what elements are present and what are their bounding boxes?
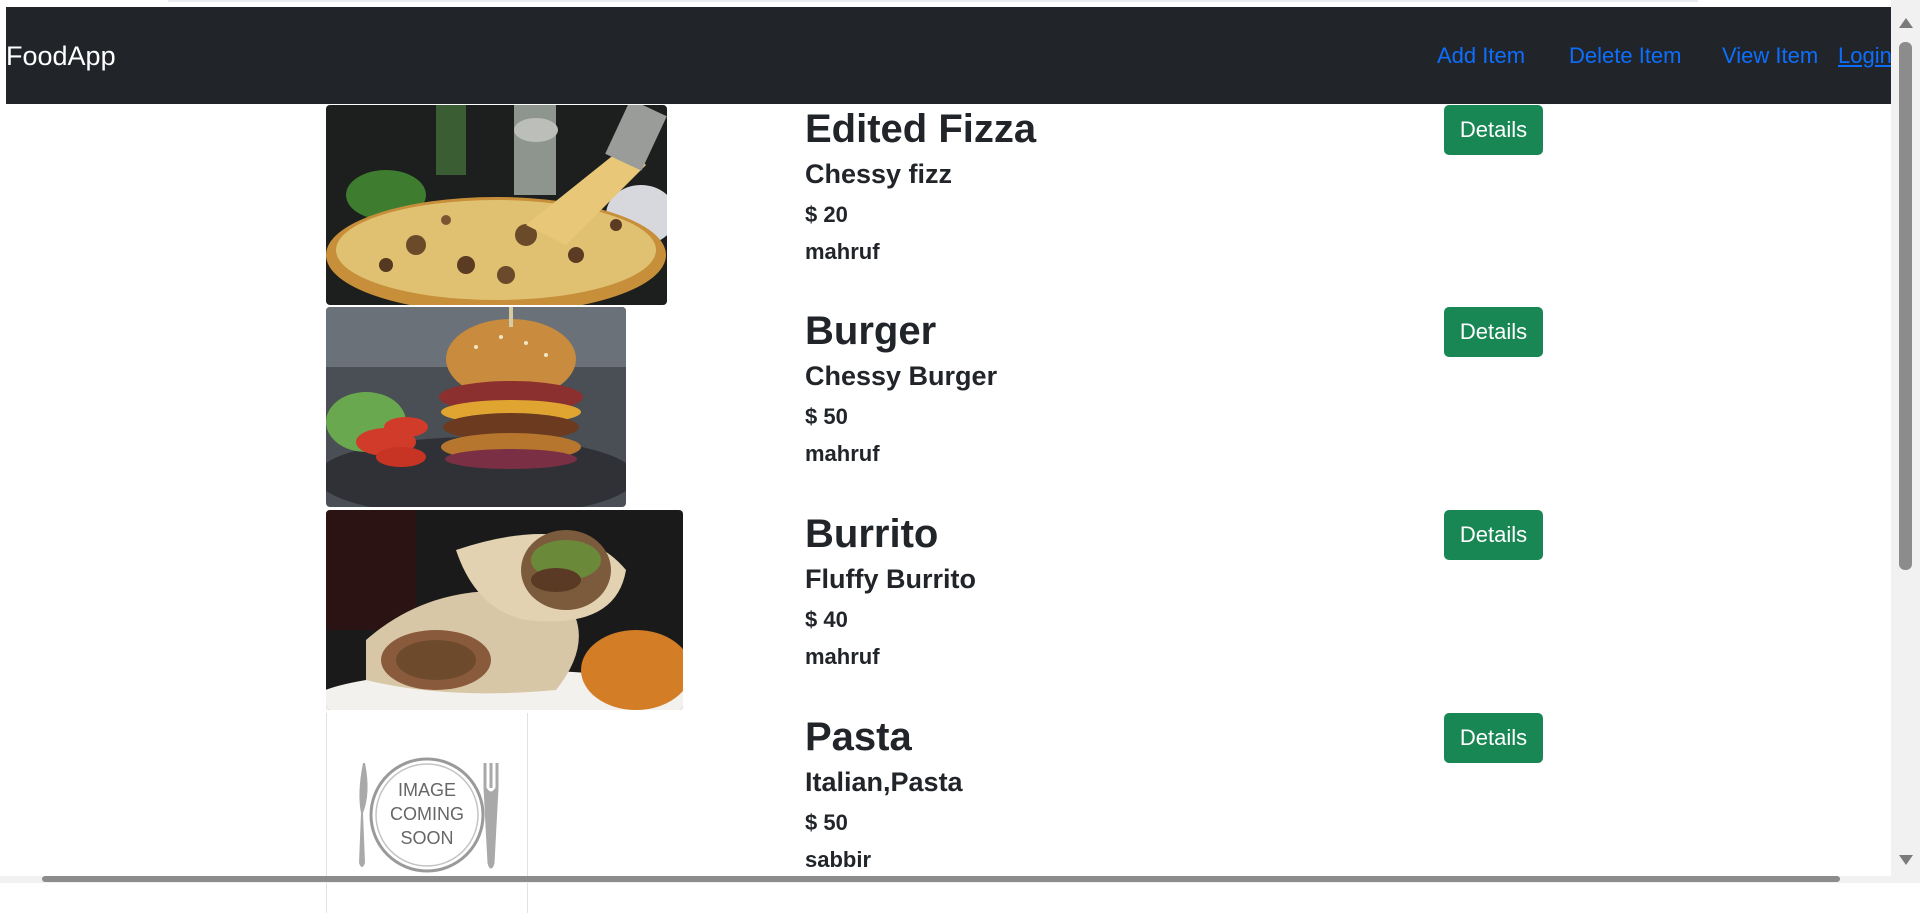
burger-image xyxy=(326,307,626,507)
item-title: Burrito xyxy=(805,512,939,556)
scroll-down-icon[interactable] xyxy=(1899,855,1913,865)
food-card: Edited Fizza Chessy fizz $ 20 mahruf Det… xyxy=(326,105,1606,305)
item-title: Edited Fizza xyxy=(805,107,1037,151)
item-subtitle: Chessy Burger xyxy=(805,361,998,391)
placeholder-line-2: COMING xyxy=(390,804,464,824)
top-edge xyxy=(0,0,1920,7)
item-subtitle: Fluffy Burrito xyxy=(805,564,976,594)
details-button[interactable]: Details xyxy=(1444,105,1543,155)
nav-view-item[interactable]: View Item xyxy=(1722,43,1818,69)
placeholder-line-1: IMAGE xyxy=(398,780,456,800)
nav-add-item[interactable]: Add Item xyxy=(1437,43,1525,69)
details-button[interactable]: Details xyxy=(1444,510,1543,560)
food-card: Burger Chessy Burger $ 50 mahruf Details xyxy=(326,307,1606,507)
nav-login[interactable]: Login xyxy=(1838,43,1892,69)
scroll-up-icon[interactable] xyxy=(1899,18,1913,28)
nav-delete-item[interactable]: Delete Item xyxy=(1569,43,1682,69)
item-price: $ 20 xyxy=(805,202,848,227)
details-button[interactable]: Details xyxy=(1444,307,1543,357)
brand-logo[interactable]: FoodApp xyxy=(6,41,116,72)
details-button[interactable]: Details xyxy=(1444,713,1543,763)
burrito-image xyxy=(326,510,683,710)
vertical-scrollbar[interactable] xyxy=(1891,0,1920,883)
food-card: IMAGE COMING SOON Pasta Italian,Pasta $ … xyxy=(326,713,1606,913)
item-owner: mahruf xyxy=(805,644,880,669)
item-owner: mahruf xyxy=(805,441,880,466)
item-title: Burger xyxy=(805,309,937,353)
vertical-scroll-thumb[interactable] xyxy=(1899,42,1912,570)
food-card: Burrito Fluffy Burrito $ 40 mahruf Detai… xyxy=(326,510,1606,710)
item-price: $ 40 xyxy=(805,607,848,632)
horizontal-scrollbar[interactable] xyxy=(0,876,1891,883)
navbar: FoodApp Add Item Delete Item View Item L… xyxy=(6,7,1892,104)
item-subtitle: Chessy fizz xyxy=(805,159,953,189)
pizza-image xyxy=(326,105,667,305)
item-price: $ 50 xyxy=(805,810,848,835)
top-edge-line xyxy=(168,0,1698,2)
item-subtitle: Italian,Pasta xyxy=(805,767,963,797)
placeholder-line-3: SOON xyxy=(400,828,453,848)
image-coming-soon: IMAGE COMING SOON xyxy=(326,713,528,913)
item-owner: sabbir xyxy=(805,847,872,872)
item-price: $ 50 xyxy=(805,404,848,429)
item-owner: mahruf xyxy=(805,239,880,264)
horizontal-scroll-thumb[interactable] xyxy=(42,876,1840,882)
item-title: Pasta xyxy=(805,715,912,759)
